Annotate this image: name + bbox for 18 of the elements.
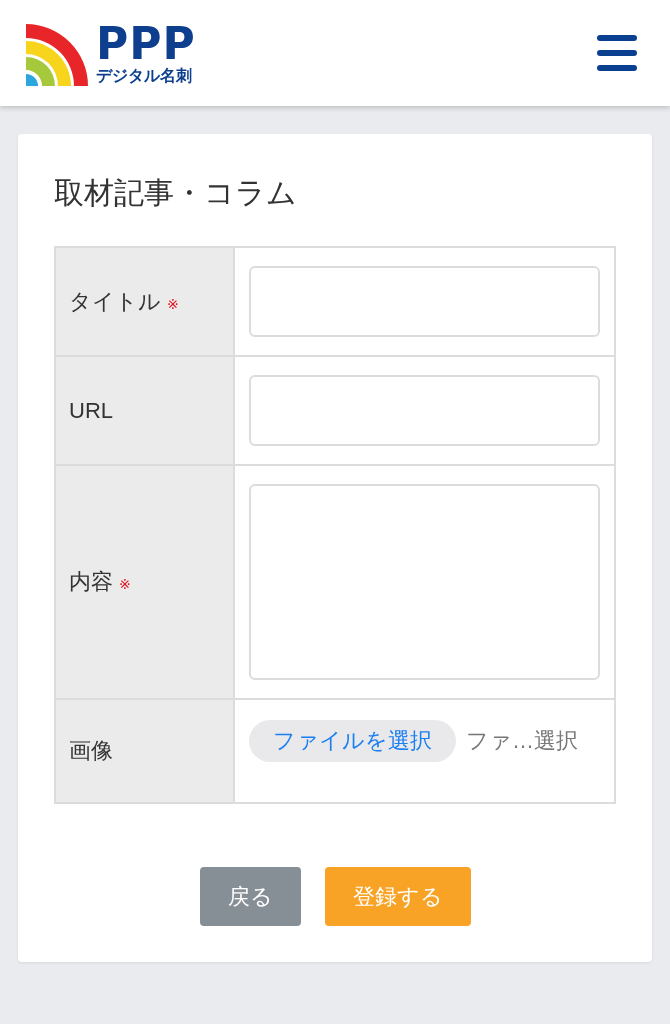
required-mark: ※ xyxy=(119,576,131,592)
field-label: URL xyxy=(69,397,113,424)
rainbow-logo-icon xyxy=(26,23,88,86)
logo-wordmark: PPP xyxy=(96,23,196,64)
required-mark: ※ xyxy=(167,295,179,312)
field-label: タイトル xyxy=(69,287,161,316)
field-label: 画像 xyxy=(69,737,113,765)
file-name-text: ファ…選択 xyxy=(466,727,578,755)
logo-subtitle: デジタル名刺 xyxy=(96,65,192,86)
submit-button[interactable]: 登録する xyxy=(324,867,471,926)
back-button[interactable]: 戻る xyxy=(199,867,301,926)
form-title: 取材記事・コラム xyxy=(54,175,298,211)
input-field[interactable] xyxy=(249,375,600,446)
menu-icon[interactable] xyxy=(597,35,637,71)
field-label: 内容 xyxy=(69,568,113,596)
input-field[interactable] xyxy=(249,266,600,337)
textarea-field[interactable] xyxy=(249,484,600,680)
choose-file-button[interactable]: ファイルを選択 xyxy=(249,720,456,762)
